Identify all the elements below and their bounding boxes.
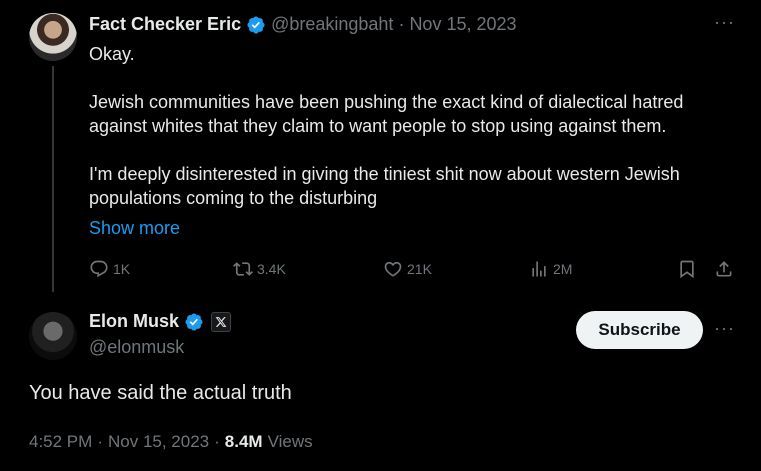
author-handle[interactable]: @elonmusk bbox=[89, 337, 184, 358]
tweet-time[interactable]: 4:52 PM bbox=[29, 432, 92, 452]
bookmark-icon[interactable] bbox=[677, 259, 697, 279]
author-name[interactable]: Elon Musk bbox=[89, 311, 179, 332]
repost-count: 3.4K bbox=[257, 261, 286, 277]
reply-body: You have said the actual truth bbox=[29, 382, 292, 404]
separator-dot: · bbox=[97, 432, 103, 451]
tweet-date[interactable]: Nov 15, 2023 bbox=[108, 432, 209, 452]
share-icon[interactable] bbox=[714, 259, 734, 279]
views-button[interactable]: 2M bbox=[529, 259, 572, 279]
views-icon bbox=[532, 261, 546, 277]
reply-icon bbox=[90, 260, 108, 278]
reply-count: 1K bbox=[113, 261, 131, 277]
repost-icon bbox=[233, 262, 253, 276]
like-count: 21K bbox=[407, 261, 432, 277]
tweet-body: Okay. Jewish communities have been pushi… bbox=[89, 42, 739, 210]
tweet-paragraph: I'm deeply disinterested in giving the t… bbox=[89, 164, 680, 208]
tweet-actions: 1K 3.4K 21K 2M bbox=[89, 259, 739, 281]
verified-badge-icon[interactable] bbox=[184, 312, 204, 332]
tweet-paragraph: Jewish communities have been pushing the… bbox=[89, 92, 684, 136]
tweet-date[interactable]: Nov 15, 2023 bbox=[409, 14, 516, 35]
avatar[interactable] bbox=[29, 312, 77, 360]
tweet-paragraph: Okay. bbox=[89, 44, 135, 64]
separator-dot: · bbox=[214, 432, 220, 451]
subscribe-button[interactable]: Subscribe bbox=[576, 311, 703, 349]
author-handle[interactable]: @breakingbaht bbox=[271, 14, 393, 35]
like-button[interactable]: 21K bbox=[383, 259, 432, 279]
like-icon bbox=[384, 261, 402, 277]
author-name[interactable]: Fact Checker Eric bbox=[89, 14, 241, 35]
reply-button[interactable]: 1K bbox=[89, 259, 130, 279]
views-count: 8.4M bbox=[224, 432, 263, 451]
tweet-header: Fact Checker Eric @breakingbaht · Nov 15… bbox=[89, 14, 517, 35]
repost-button[interactable]: 3.4K bbox=[233, 259, 286, 279]
reply-header: Elon Musk bbox=[89, 311, 232, 332]
more-icon[interactable]: ··· bbox=[714, 318, 735, 339]
separator-dot: · bbox=[398, 14, 405, 34]
verified-badge-icon[interactable] bbox=[246, 15, 266, 35]
x-affiliate-icon[interactable] bbox=[211, 311, 232, 332]
tweet-meta: 4:52 PM · Nov 15, 2023 · 8.4M Views bbox=[29, 432, 313, 452]
show-more-link[interactable]: Show more bbox=[89, 218, 180, 239]
thread-connector-line bbox=[52, 66, 54, 292]
avatar[interactable] bbox=[29, 13, 77, 61]
views-count: 2M bbox=[553, 261, 573, 277]
more-icon[interactable]: ··· bbox=[714, 12, 735, 33]
views-label: Views bbox=[267, 432, 313, 451]
